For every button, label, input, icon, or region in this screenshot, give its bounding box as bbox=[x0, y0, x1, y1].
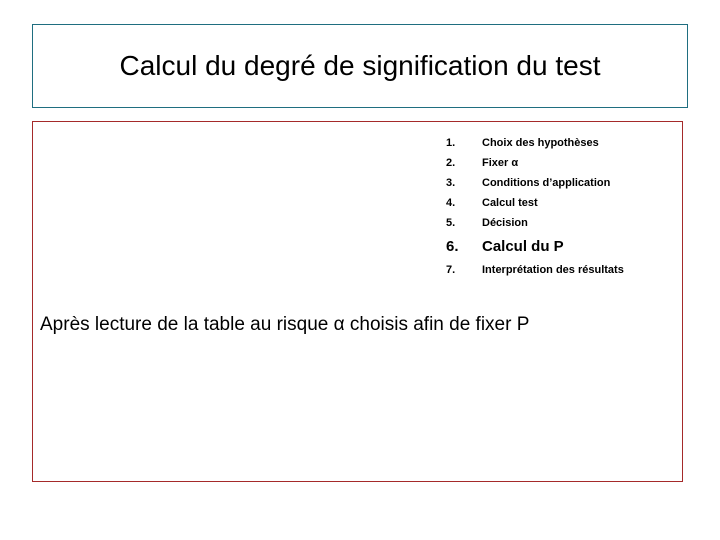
list-item: 5. Décision bbox=[446, 213, 671, 233]
list-item: 1. Choix des hypothèses bbox=[446, 133, 671, 153]
list-item-number: 3. bbox=[446, 177, 456, 189]
steps-list: 1. Choix des hypothèses 2. Fixer α 3. Co… bbox=[446, 133, 671, 280]
list-item: 2. Fixer α bbox=[446, 153, 671, 173]
list-item-number: 5. bbox=[446, 217, 456, 229]
list-item-label: Calcul test bbox=[482, 197, 538, 209]
list-item-number: 2. bbox=[446, 157, 456, 169]
list-item-label: Conditions d’application bbox=[482, 177, 611, 189]
list-item-number: 6. bbox=[446, 238, 459, 255]
page-title: Calcul du degré de signification du test bbox=[119, 49, 601, 81]
list-item-label: Interprétation des résultats bbox=[482, 264, 624, 276]
list-item: 3. Conditions d’application bbox=[446, 173, 671, 193]
list-item-label: Choix des hypothèses bbox=[482, 137, 599, 149]
note-text: Après lecture de la table au risque α ch… bbox=[40, 314, 530, 335]
slide-canvas: Calcul du degré de signification du test… bbox=[0, 0, 720, 540]
content-placeholder: 1. Choix des hypothèses 2. Fixer α 3. Co… bbox=[32, 121, 683, 482]
list-item-number: 4. bbox=[446, 197, 456, 209]
list-item-label: Calcul du P bbox=[482, 238, 564, 255]
list-item-label: Fixer α bbox=[482, 157, 519, 169]
list-item-highlighted: 6. Calcul du P bbox=[446, 233, 671, 260]
list-item-label: Décision bbox=[482, 217, 528, 229]
list-item-number: 1. bbox=[446, 137, 456, 149]
title-placeholder: Calcul du degré de signification du test bbox=[32, 24, 688, 108]
list-item: 7. Interprétation des résultats bbox=[446, 260, 671, 280]
list-item: 4. Calcul test bbox=[446, 193, 671, 213]
list-item-number: 7. bbox=[446, 264, 456, 276]
